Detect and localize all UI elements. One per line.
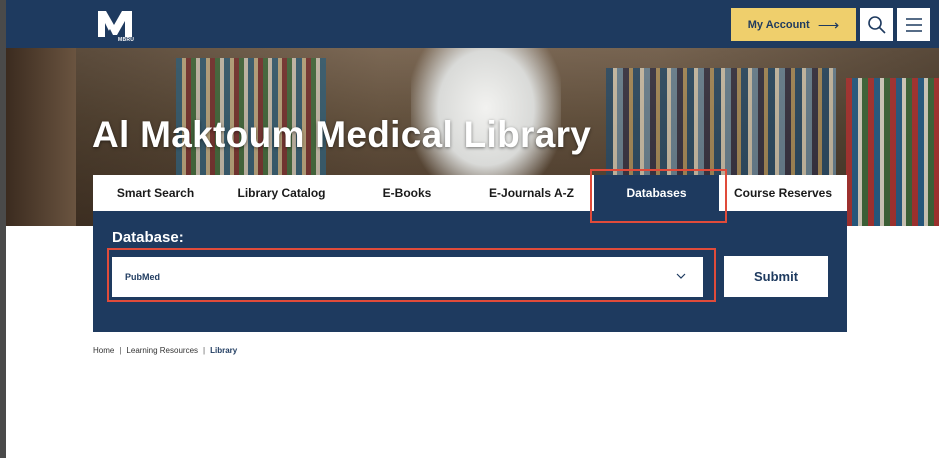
tab-e-journals[interactable]: E-Journals A-Z	[469, 175, 594, 211]
tab-databases[interactable]: Databases	[594, 175, 719, 211]
arrow-right-icon: ⟶	[817, 16, 840, 34]
breadcrumb-separator: |	[203, 346, 206, 355]
my-account-label: My Account	[747, 18, 810, 31]
hamburger-icon	[905, 17, 922, 32]
submit-button[interactable]: Submit	[724, 256, 828, 297]
breadcrumb: Home | Learning Resources | Library	[93, 346, 237, 355]
bookshelf-left	[6, 48, 76, 226]
tab-library-catalog[interactable]: Library Catalog	[218, 175, 345, 211]
search-button[interactable]	[860, 8, 893, 41]
breadcrumb-home[interactable]: Home	[93, 346, 114, 355]
tab-course-reserves[interactable]: Course Reserves	[719, 175, 847, 211]
database-search-panel: Database: PubMed Submit	[93, 211, 847, 332]
menu-button[interactable]	[897, 8, 930, 41]
breadcrumb-learning-resources[interactable]: Learning Resources	[126, 346, 198, 355]
search-tabs: Smart Search Library Catalog E-Books E-J…	[93, 175, 847, 211]
bookshelf-right	[846, 78, 939, 226]
database-label: Database:	[112, 229, 184, 246]
page: MBRU My Account ⟶ Al Maktoum Medical Lib…	[0, 0, 939, 458]
database-select-value: PubMed	[125, 272, 160, 282]
tab-smart-search[interactable]: Smart Search	[93, 175, 218, 211]
database-select[interactable]: PubMed	[112, 257, 703, 297]
logo-text: MBRU	[118, 37, 135, 43]
search-icon	[867, 15, 886, 34]
page-title: Al Maktoum Medical Library	[92, 114, 592, 155]
breadcrumb-library: Library	[210, 346, 238, 355]
chevron-down-icon	[676, 273, 686, 279]
mbru-logo[interactable]: MBRU	[96, 7, 136, 43]
my-account-button[interactable]: My Account ⟶	[731, 8, 856, 41]
tab-e-books[interactable]: E-Books	[345, 175, 469, 211]
breadcrumb-separator: |	[119, 346, 122, 355]
